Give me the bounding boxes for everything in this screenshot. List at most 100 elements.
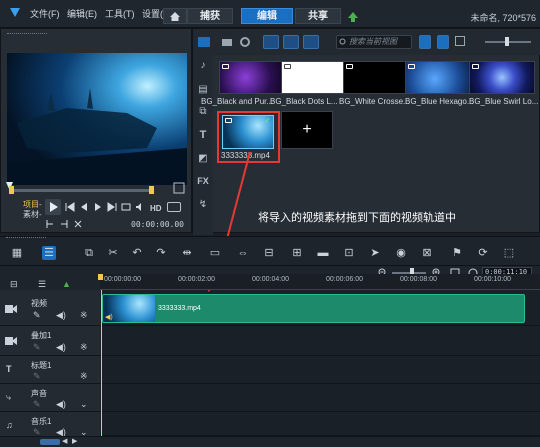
thumbnail-3333333[interactable]: ✓ bbox=[222, 115, 274, 149]
aspect-button[interactable] bbox=[167, 202, 181, 212]
repeat-icon[interactable] bbox=[121, 202, 131, 212]
go-end-icon[interactable] bbox=[107, 202, 117, 212]
overlay-track[interactable] bbox=[100, 326, 540, 356]
redo-icon[interactable]: ↷ bbox=[154, 246, 168, 260]
chapter-point-icon[interactable]: ☰ bbox=[38, 279, 52, 289]
volume-icon[interactable] bbox=[135, 202, 145, 212]
track-motion-icon[interactable]: ➤ bbox=[368, 246, 382, 260]
chevron-down-icon[interactable]: ⌄ bbox=[80, 399, 88, 410]
scroll-right-icon[interactable]: ▶ bbox=[72, 437, 77, 445]
tab-edit[interactable]: 编辑 bbox=[241, 8, 293, 24]
copy-icon[interactable]: ⧉ bbox=[82, 246, 96, 260]
upload-arrow-icon[interactable] bbox=[347, 11, 359, 23]
show-photo-button[interactable] bbox=[283, 35, 299, 49]
thumbnail-bg-blue-swirl[interactable] bbox=[469, 61, 535, 94]
tab-capture[interactable]: 捕获 bbox=[187, 8, 233, 24]
title-icon[interactable]: T bbox=[196, 128, 210, 142]
track-manager-icon[interactable]: ⊟ bbox=[10, 279, 24, 289]
show-audio-button[interactable] bbox=[303, 35, 319, 49]
thumbnail-bg-white-crossed[interactable] bbox=[343, 61, 409, 94]
mark-in-icon[interactable] bbox=[45, 219, 55, 229]
thumbnail-bg-black-purple[interactable] bbox=[219, 61, 285, 94]
pencil-icon[interactable]: ✎ bbox=[33, 371, 41, 382]
view-list-button[interactable] bbox=[419, 35, 431, 49]
prev-frame-icon[interactable] bbox=[79, 202, 89, 212]
scrub-bar[interactable] bbox=[9, 189, 153, 192]
trim-marker-end[interactable] bbox=[149, 186, 154, 194]
video-clip-icon bbox=[225, 118, 232, 123]
gear-icon[interactable] bbox=[239, 36, 251, 48]
trim-icon[interactable]: ⇹ bbox=[180, 246, 194, 260]
timeline-view-icon[interactable]: ☰ bbox=[42, 246, 56, 260]
volume-icon[interactable]: ◀) bbox=[56, 310, 66, 321]
add-media-button[interactable]: + bbox=[281, 111, 333, 149]
pencil-icon[interactable]: ✎ bbox=[33, 342, 41, 353]
clip-mode-label[interactable]: 素材- bbox=[23, 209, 42, 220]
show-video-button[interactable] bbox=[263, 35, 279, 49]
menu-edit[interactable]: 编辑(E) bbox=[67, 7, 97, 20]
go-start-icon[interactable] bbox=[65, 202, 75, 212]
scroll-left-icon[interactable]: ◀ bbox=[62, 437, 67, 445]
music-track[interactable] bbox=[100, 412, 540, 436]
menu-file[interactable]: 文件(F) bbox=[30, 7, 60, 20]
instant-project-icon[interactable]: ▤ bbox=[196, 83, 210, 97]
view-thumbnail-button[interactable] bbox=[437, 35, 449, 49]
view-detail-button[interactable] bbox=[455, 36, 465, 46]
ripple-edit-icon[interactable]: ▲ bbox=[62, 279, 76, 289]
auto-music-icon[interactable]: ⚑ bbox=[450, 246, 464, 260]
timeline-scrollbar[interactable]: ◀ ▶ bbox=[0, 436, 540, 447]
multitrim-icon[interactable]: ⊟ bbox=[262, 246, 276, 260]
transition-icon[interactable]: ⧉ bbox=[196, 105, 210, 119]
fit-project-icon[interactable]: ⬚ bbox=[502, 246, 516, 260]
player-panel: 项目- 素材- HD 00:00:00.00 bbox=[0, 28, 192, 233]
split-track-icon[interactable]: ⇔ bbox=[236, 246, 250, 260]
pencil-icon[interactable]: ✎ bbox=[33, 399, 41, 410]
record-icon[interactable]: ◉ bbox=[394, 246, 408, 260]
tab-share[interactable]: 共享 bbox=[295, 8, 341, 24]
mixer-icon[interactable]: ⊠ bbox=[420, 246, 434, 260]
media-library-icon[interactable] bbox=[197, 35, 211, 49]
playhead-marker[interactable] bbox=[98, 274, 103, 280]
ripple-icon[interactable]: ※ bbox=[80, 310, 88, 321]
mark-out-icon[interactable] bbox=[59, 219, 69, 229]
screen-icon[interactable]: ▭ bbox=[208, 246, 222, 260]
track-name: 音乐1 bbox=[31, 417, 52, 426]
search-input[interactable]: 搜索当前视图 bbox=[336, 35, 412, 49]
voice-track[interactable] bbox=[100, 384, 540, 412]
media-icon[interactable]: ♪ bbox=[196, 59, 210, 73]
thumbnail-bg-blue-hexagon[interactable] bbox=[405, 61, 471, 94]
track-name: 视频 bbox=[31, 299, 47, 308]
play-icon[interactable] bbox=[45, 199, 61, 215]
trim-marker-start[interactable] bbox=[9, 186, 14, 194]
storyboard-view-icon[interactable]: ▦ bbox=[10, 246, 24, 260]
player-timecode[interactable]: 00:00:00.00 bbox=[131, 220, 184, 229]
thumbnail-size-handle[interactable] bbox=[505, 37, 509, 46]
folder-icon[interactable] bbox=[221, 36, 233, 48]
pencil-icon[interactable]: ✎ bbox=[33, 310, 41, 321]
thumbnail-bg-black-dots[interactable] bbox=[281, 61, 347, 94]
next-frame-icon[interactable] bbox=[93, 202, 103, 212]
video-clip-icon bbox=[472, 64, 479, 69]
undo-icon[interactable]: ↶ bbox=[130, 246, 144, 260]
scrollbar-thumb[interactable] bbox=[40, 439, 60, 445]
enlarge-icon[interactable] bbox=[173, 182, 185, 194]
title-track[interactable] bbox=[100, 356, 540, 384]
menu-tools[interactable]: 工具(T) bbox=[105, 7, 135, 20]
video-preview[interactable] bbox=[7, 53, 187, 185]
project-info: 未命名, 720*576 bbox=[470, 13, 536, 23]
subtitle-icon[interactable]: ▬ bbox=[316, 246, 330, 260]
ripple-icon[interactable]: ※ bbox=[80, 371, 88, 382]
split-icon[interactable] bbox=[73, 219, 83, 229]
overlay-track-icon bbox=[5, 337, 17, 345]
motion-icon[interactable]: ⊡ bbox=[342, 246, 356, 260]
volume-icon[interactable]: ◀) bbox=[56, 399, 66, 410]
home-tab[interactable] bbox=[163, 8, 187, 24]
timeline-ruler[interactable]: 00:00:00:00 00:00:02:00 00:00:04:00 00:0… bbox=[98, 274, 540, 290]
volume-icon[interactable]: ◀) bbox=[56, 342, 66, 353]
smart-package-icon[interactable]: ⟳ bbox=[476, 246, 490, 260]
ripple-icon[interactable]: ※ bbox=[80, 342, 88, 353]
timeline-video-clip[interactable]: ◀) 3333333.mp4 bbox=[102, 294, 525, 323]
chapter-icon[interactable]: ⊞ bbox=[290, 246, 304, 260]
cut-icon[interactable]: ✂ bbox=[106, 246, 120, 260]
hd-toggle[interactable]: HD bbox=[150, 204, 162, 213]
